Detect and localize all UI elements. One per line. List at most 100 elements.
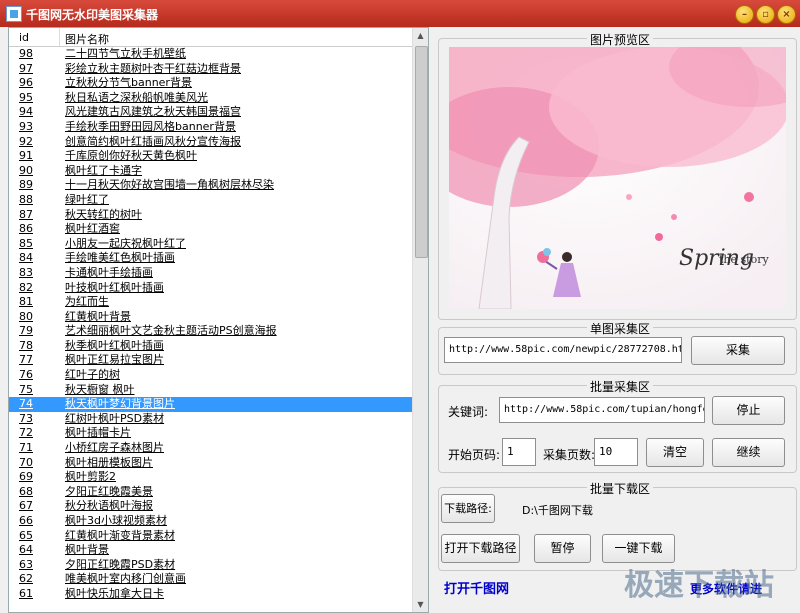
list-item[interactable]: 73 红树叶枫叶PSD素材 <box>9 412 412 427</box>
list-item[interactable]: 97 彩绘立秋主题树叶杏干红菇边框背景 <box>9 62 412 77</box>
clear-button[interactable]: 清空 <box>646 438 704 467</box>
maximize-icon[interactable]: ▫ <box>756 5 775 24</box>
list-item[interactable]: 65 红黄枫叶渐变背景素材 <box>9 529 412 544</box>
list-item-id: 61 <box>19 586 33 600</box>
list-item-name: 枫叶红了卡通字 <box>65 163 142 177</box>
list-item[interactable]: 72 枫叶插帽卡片 <box>9 426 412 441</box>
list-item-name: 小桥红房子森林图片 <box>65 441 164 455</box>
list-item[interactable]: 83 卡通枫叶手绘插画 <box>9 266 412 281</box>
list-item-id: 94 <box>19 105 33 119</box>
list-item-name: 二十四节气立秋手机壁纸 <box>65 47 186 60</box>
scroll-down-icon[interactable]: ▼ <box>413 597 428 612</box>
collect-button[interactable]: 采集 <box>691 336 785 365</box>
list-item[interactable]: 70 枫叶相册模板图片 <box>9 456 412 471</box>
list-item[interactable]: 96 立秋秋分节气banner背景 <box>9 76 412 91</box>
list-item-id: 96 <box>19 76 33 90</box>
list-item-name: 小朋友一起庆祝枫叶红了 <box>65 236 186 250</box>
list-item-id: 73 <box>19 411 33 425</box>
list-item-id: 81 <box>19 295 33 309</box>
list-item-id: 72 <box>19 426 33 440</box>
list-item-name: 手绘秋季田野田园风格banner背景 <box>65 119 236 133</box>
list-item-id: 75 <box>19 382 33 396</box>
list-item-id: 88 <box>19 192 33 206</box>
open-site-link[interactable]: 打开千图网 <box>444 578 509 597</box>
one-click-download-button[interactable]: 一键下载 <box>602 534 675 563</box>
list-item-id: 97 <box>19 61 33 75</box>
list-item-name: 风光建筑古风建筑之秋天韩国景福宫 <box>65 105 241 119</box>
list-item[interactable]: 93 手绘秋季田野田园风格banner背景 <box>9 120 412 135</box>
list-item[interactable]: 94 风光建筑古风建筑之秋天韩国景福宫 <box>9 105 412 120</box>
list-item[interactable]: 69 枫叶剪影2 <box>9 470 412 485</box>
list-item[interactable]: 79 艺术细丽枫叶文艺金秋主题活动PS创意海报 <box>9 324 412 339</box>
list-item[interactable]: 64 枫叶背景 <box>9 543 412 558</box>
list-item-name: 枫叶相册模板图片 <box>65 455 153 469</box>
list-item[interactable]: 84 手绘唯美红色枫叶插画 <box>9 251 412 266</box>
stop-button[interactable]: 停止 <box>712 396 785 425</box>
list-item[interactable]: 63 夕阳正红晚霞PSD素材 <box>9 558 412 573</box>
continue-button[interactable]: 继续 <box>712 438 785 467</box>
column-header-name[interactable]: 图片名称 <box>65 31 109 47</box>
list-item[interactable]: 67 秋分秋语枫叶海报 <box>9 499 412 514</box>
list-item[interactable]: 71 小桥红房子森林图片 <box>9 441 412 456</box>
open-download-path-button[interactable]: 打开下载路径 <box>441 534 520 563</box>
list-item-name: 立秋秋分节气banner背景 <box>65 76 192 90</box>
list-item-name: 枫叶剪影2 <box>65 470 116 484</box>
list-item[interactable]: 68 夕阳正红晚霞美景 <box>9 485 412 500</box>
image-list[interactable]: id 图片名称 98 二十四节气立秋手机壁纸 97 彩绘立秋主题树叶杏干红菇边框背景 9… <box>8 27 429 613</box>
list-item-name: 卡通枫叶手绘插画 <box>65 265 153 279</box>
pause-button[interactable]: 暂停 <box>534 534 591 563</box>
list-item[interactable]: 91 千库原创你好秋天黄色枫叶 <box>9 149 412 164</box>
minimize-icon[interactable]: – <box>735 5 754 24</box>
list-item[interactable]: 98 二十四节气立秋手机壁纸 <box>9 47 412 62</box>
list-item[interactable]: 95 秋日私语之深秋船帆唯美风光 <box>9 91 412 106</box>
list-item-name: 为红而生 <box>65 295 109 309</box>
list-item[interactable]: 89 十一月秋天你好故宫围墙一角枫树层林尽染 <box>9 178 412 193</box>
list-item[interactable]: 82 叶技枫叶红枫叶插画 <box>9 281 412 296</box>
scrollbar-thumb[interactable] <box>415 46 428 258</box>
list-item[interactable]: 90 枫叶红了卡通字 <box>9 164 412 179</box>
list-item-name: 千库原创你好秋天黄色枫叶 <box>65 149 197 163</box>
list-item-id: 65 <box>19 528 33 542</box>
vertical-scrollbar[interactable]: ▲ ▼ <box>412 28 428 612</box>
list-item[interactable]: 74 秋天枫叶梦幻背景图片 <box>9 397 412 412</box>
download-path-button[interactable]: 下载路径: <box>441 494 495 523</box>
list-item[interactable]: 81 为红而生 <box>9 295 412 310</box>
list-item[interactable]: 92 创意简约枫叶红插画风秋分宣传海报 <box>9 135 412 150</box>
app-icon <box>6 6 22 22</box>
list-item[interactable]: 87 秋天转红的树叶 <box>9 208 412 223</box>
pages-input[interactable]: 10 <box>594 438 638 466</box>
column-header-id[interactable]: id <box>19 31 29 44</box>
close-icon[interactable]: × <box>777 5 796 24</box>
list-item-id: 89 <box>19 178 33 192</box>
list-item[interactable]: 88 绿叶红了 <box>9 193 412 208</box>
list-item-name: 绿叶红了 <box>65 192 109 206</box>
list-item[interactable]: 76 红叶子的树 <box>9 368 412 383</box>
keyword-input[interactable]: http://www.58pic.com/tupian/hongfeng <box>499 397 705 423</box>
list-item-name: 夕阳正红晚霞美景 <box>65 484 153 498</box>
single-url-input[interactable]: http://www.58pic.com/newpic/28772708.htm… <box>444 337 682 363</box>
column-divider[interactable] <box>59 28 60 46</box>
list-item[interactable]: 66 枫叶3d小球视频素材 <box>9 514 412 529</box>
window-title: 千图网无水印美图采集器 <box>26 8 159 22</box>
list-item-id: 63 <box>19 557 33 571</box>
list-item[interactable]: 78 秋季枫叶红枫叶插画 <box>9 339 412 354</box>
start-page-input[interactable]: 1 <box>502 438 536 466</box>
list-rows: 98 二十四节气立秋手机壁纸 97 彩绘立秋主题树叶杏干红菇边框背景 96 立秋秋分节气b… <box>9 47 412 602</box>
list-item-name: 枫叶插帽卡片 <box>65 426 131 440</box>
list-item-id: 82 <box>19 280 33 294</box>
list-item-id: 68 <box>19 484 33 498</box>
list-item[interactable]: 61 枫叶快乐加拿大日卡 <box>9 587 412 602</box>
single-capture-title: 单图采集区 <box>587 320 654 337</box>
list-item[interactable]: 75 秋天橱窗 枫叶 <box>9 383 412 398</box>
list-item[interactable]: 86 枫叶红酒窖 <box>9 222 412 237</box>
scroll-up-icon[interactable]: ▲ <box>413 28 428 43</box>
list-item[interactable]: 62 唯美枫叶室内移门创意画 <box>9 572 412 587</box>
list-item[interactable]: 80 红黄枫叶背景 <box>9 310 412 325</box>
list-item[interactable]: 77 枫叶正红易拉宝图片 <box>9 353 412 368</box>
list-item-name: 秋分秋语枫叶海报 <box>65 499 153 513</box>
pages-label: 采集页数: <box>543 448 596 462</box>
list-item[interactable]: 85 小朋友一起庆祝枫叶红了 <box>9 237 412 252</box>
list-item-id: 62 <box>19 572 33 586</box>
list-item-name: 唯美枫叶室内移门创意画 <box>65 572 186 586</box>
batch-capture-title: 批量采集区 <box>587 378 654 395</box>
